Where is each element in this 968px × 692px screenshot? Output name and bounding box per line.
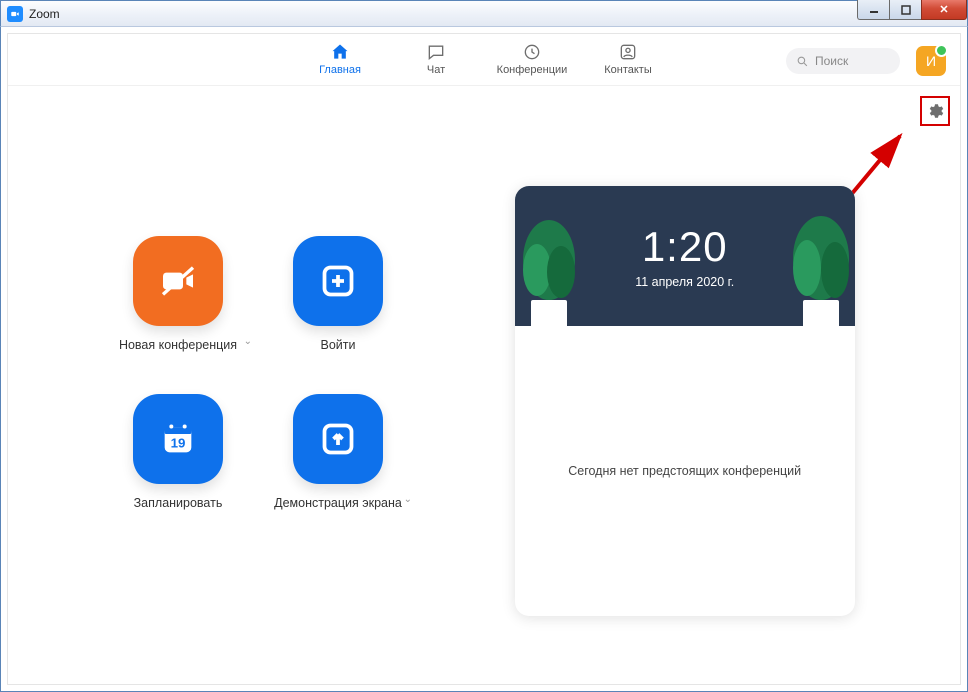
tab-chat[interactable]: Чат bbox=[397, 41, 475, 78]
search-input[interactable]: Поиск bbox=[786, 48, 900, 74]
current-time: 1:20 bbox=[642, 223, 728, 271]
schedule-action[interactable]: 19 Запланировать bbox=[108, 394, 248, 512]
tab-meetings-label: Конференции bbox=[497, 64, 568, 76]
tab-meetings[interactable]: Конференции bbox=[493, 41, 571, 78]
tab-contacts-label: Контакты bbox=[604, 64, 652, 76]
share-screen-icon bbox=[320, 421, 356, 457]
calendar-icon: 19 bbox=[158, 419, 198, 459]
new-meeting-action[interactable]: Новая конференция ⌄ bbox=[108, 236, 248, 354]
tab-home-label: Главная bbox=[319, 64, 361, 76]
share-button[interactable] bbox=[293, 394, 383, 484]
info-panel: 1:20 11 апреля 2020 г. Сегодня нет предс… bbox=[439, 96, 930, 664]
avatar[interactable]: И bbox=[916, 46, 946, 76]
window-title: Zoom bbox=[29, 7, 60, 21]
join-label: Войти bbox=[321, 338, 356, 354]
join-action[interactable]: Войти bbox=[268, 236, 408, 354]
minimize-button[interactable] bbox=[857, 0, 889, 20]
search-placeholder: Поиск bbox=[815, 54, 848, 68]
schedule-button[interactable]: 19 bbox=[133, 394, 223, 484]
tab-chat-label: Чат bbox=[427, 64, 445, 76]
chat-icon bbox=[426, 41, 446, 63]
plus-icon bbox=[320, 263, 356, 299]
avatar-initial: И bbox=[926, 53, 936, 69]
home-icon bbox=[329, 41, 351, 63]
empty-meetings-text: Сегодня нет предстоящих конференций bbox=[568, 464, 801, 478]
current-date: 11 апреля 2020 г. bbox=[635, 275, 734, 289]
new-meeting-button[interactable] bbox=[133, 236, 223, 326]
plant-decoration bbox=[781, 200, 855, 326]
zoom-app-icon bbox=[7, 6, 23, 22]
contacts-icon bbox=[618, 41, 638, 63]
card-banner: 1:20 11 апреля 2020 г. bbox=[515, 186, 855, 326]
tab-home[interactable]: Главная bbox=[301, 41, 379, 78]
close-button[interactable]: ✕ bbox=[921, 0, 967, 20]
tab-contacts[interactable]: Контакты bbox=[589, 41, 667, 78]
video-off-icon bbox=[158, 261, 198, 301]
window-body: Главная Чат Конференции bbox=[0, 27, 968, 692]
schedule-label: Запланировать bbox=[134, 496, 223, 512]
chevron-down-icon[interactable]: ⌄ bbox=[404, 494, 412, 505]
card-body: Сегодня нет предстоящих конференций bbox=[515, 326, 855, 616]
app-frame: Главная Чат Конференции bbox=[7, 33, 961, 685]
search-icon bbox=[796, 55, 809, 68]
top-nav: Главная Чат Конференции bbox=[8, 34, 960, 86]
action-panel: Новая конференция ⌄ Войти bbox=[38, 96, 439, 664]
chevron-down-icon[interactable]: ⌄ bbox=[244, 336, 252, 347]
join-button[interactable] bbox=[293, 236, 383, 326]
share-label: Демонстрация экрана bbox=[274, 496, 402, 512]
new-meeting-label: Новая конференция bbox=[119, 338, 237, 354]
clock-icon bbox=[522, 41, 542, 63]
main-area: Новая конференция ⌄ Войти bbox=[8, 86, 960, 684]
today-card: 1:20 11 апреля 2020 г. Сегодня нет предс… bbox=[515, 186, 855, 616]
window-controls: ✕ bbox=[857, 0, 967, 20]
share-action[interactable]: Демонстрация экрана ⌄ bbox=[268, 394, 408, 512]
window-titlebar: Zoom ✕ bbox=[0, 0, 968, 27]
svg-text:19: 19 bbox=[171, 435, 186, 450]
maximize-button[interactable] bbox=[889, 0, 921, 20]
plant-decoration bbox=[515, 200, 589, 326]
